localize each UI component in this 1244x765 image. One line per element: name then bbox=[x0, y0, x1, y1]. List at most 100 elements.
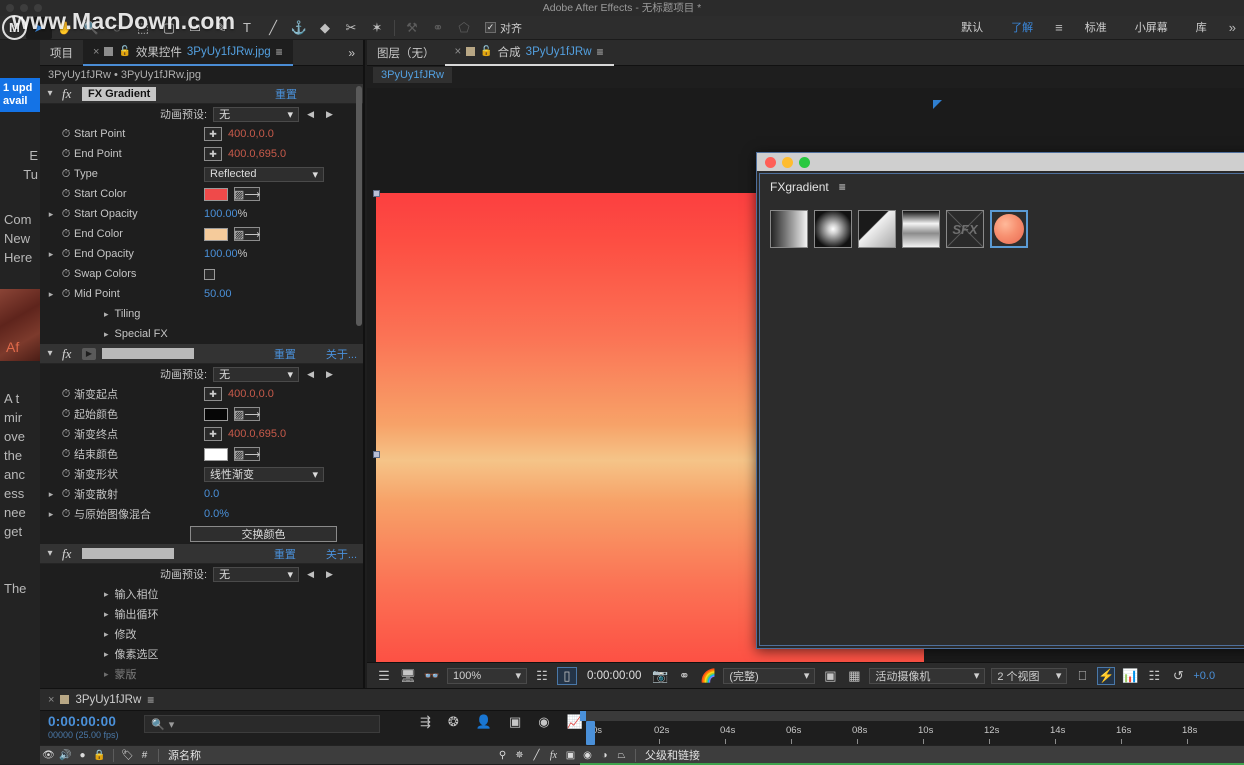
zoom-tool[interactable]: 🔍 bbox=[78, 17, 104, 39]
close-icon[interactable] bbox=[765, 156, 776, 168]
param-group-masking[interactable]: ▸ 蒙版 bbox=[40, 664, 363, 684]
puppet-pin-tool[interactable]: ✶ bbox=[364, 17, 390, 39]
fxgradient-titlebar[interactable] bbox=[757, 153, 1244, 171]
region-of-interest-toggle-icon[interactable]: ▣ bbox=[821, 668, 839, 684]
maximize-icon[interactable] bbox=[799, 156, 810, 168]
animation-preset-select[interactable]: 无 ▾ bbox=[213, 566, 300, 582]
param-row-end-opacity[interactable]: ▸ ⏱ End Opacity 100.00% bbox=[40, 244, 363, 264]
timeline-current-time[interactable]: 0:00:00:00 bbox=[48, 714, 150, 729]
stopwatch-icon[interactable]: ⏱ bbox=[58, 128, 74, 141]
position-picker-icon[interactable]: ✚ bbox=[204, 147, 222, 161]
lock-icon[interactable]: 🔓 bbox=[118, 46, 130, 57]
close-icon[interactable]: × bbox=[93, 46, 99, 58]
position-picker-icon[interactable]: ✚ bbox=[204, 427, 222, 441]
chevron-right-icon[interactable]: ▸ bbox=[104, 669, 109, 680]
param-row-start-color[interactable]: ⏱ Start Color ▨⟶ bbox=[40, 184, 363, 204]
background-window[interactable]: 1 upd avail E Tu Com New Here Af A t mir … bbox=[0, 30, 40, 764]
layer-number-header[interactable]: # bbox=[136, 750, 153, 761]
selection-handle[interactable] bbox=[373, 190, 380, 197]
region-of-interest-icon[interactable]: ▯ bbox=[557, 666, 577, 685]
timeline-time-display[interactable]: 0:00:00:00 00000 (25.00 fps) bbox=[40, 711, 150, 740]
resolution-select[interactable]: (完整) ▾ bbox=[723, 667, 816, 684]
param-row-start-opacity[interactable]: ▸ ⏱ Start Opacity 100.00% bbox=[40, 204, 363, 224]
workspace-library[interactable]: 库 bbox=[1182, 16, 1221, 40]
fxgradient-window[interactable]: FXgradient ≡ SFX bbox=[756, 152, 1244, 649]
work-area-start-handle[interactable] bbox=[580, 711, 586, 721]
chevron-right-icon[interactable]: ▸ bbox=[104, 329, 109, 340]
stopwatch-icon[interactable]: ⏱ bbox=[58, 208, 74, 221]
stopwatch-icon[interactable]: ⏱ bbox=[58, 468, 74, 481]
stopwatch-icon[interactable]: ⏱ bbox=[58, 508, 74, 521]
param-select-gradient-shape[interactable]: 线性渐变 ▾ bbox=[204, 466, 324, 482]
param-value[interactable]: 100.00% bbox=[204, 208, 247, 220]
workspace-default[interactable]: 默认 bbox=[947, 16, 997, 40]
stopwatch-icon[interactable]: ⏱ bbox=[58, 148, 74, 161]
chevron-right-icon[interactable]: ▸ bbox=[104, 629, 109, 640]
swap-colors-button[interactable]: 交换颜色 bbox=[190, 526, 337, 542]
timeline-tab-label[interactable]: 3PyUy1fJRw bbox=[75, 694, 141, 706]
views-select[interactable]: 2 个视图 ▾ bbox=[991, 667, 1068, 684]
shape-tool[interactable]: ▭ bbox=[182, 17, 208, 39]
update-badge[interactable]: 1 upd avail bbox=[0, 78, 40, 112]
pan-behind-tool[interactable]: ⬚ bbox=[130, 17, 156, 39]
workspace-standard[interactable]: 标准 bbox=[1071, 16, 1121, 40]
source-name-header[interactable]: 源名称 bbox=[164, 747, 494, 763]
selection-tool[interactable]: ➤ bbox=[26, 16, 52, 39]
chevron-right-icon[interactable]: ▸ bbox=[104, 589, 109, 600]
reset-exposure-icon[interactable]: ↺ bbox=[1169, 668, 1187, 684]
collapse-transformations-icon[interactable]: ✵ bbox=[511, 750, 528, 761]
stopwatch-icon[interactable]: ⏱ bbox=[58, 428, 74, 441]
frame-blend-switch-icon[interactable]: ▣ bbox=[562, 750, 579, 761]
preset-reflected[interactable] bbox=[902, 210, 940, 248]
position-picker-icon[interactable]: ✚ bbox=[204, 127, 222, 141]
param-row-start-color-cn[interactable]: ⏱ 起始颜色 ▨⟶ bbox=[40, 404, 363, 424]
tab-layer[interactable]: 图层（无） bbox=[367, 40, 445, 66]
param-row-blend-with-original[interactable]: ▸ ⏱ 与原始图像混合 0.0% bbox=[40, 504, 363, 524]
grid-guides-icon[interactable]: ☷ bbox=[533, 668, 551, 684]
param-group-output-cycle[interactable]: ▸ 输出循环 bbox=[40, 604, 363, 624]
position-picker-icon[interactable]: ✚ bbox=[204, 387, 222, 401]
chevron-right-icon[interactable]: ▸ bbox=[44, 249, 58, 260]
preset-radial[interactable] bbox=[814, 210, 852, 248]
param-value[interactable]: 100.00% bbox=[204, 248, 247, 260]
color-swatch[interactable] bbox=[204, 227, 228, 241]
pen-tool[interactable]: ✎ bbox=[208, 17, 234, 39]
label-color-icon[interactable]: 🏷 bbox=[119, 750, 136, 761]
close-icon[interactable]: × bbox=[455, 46, 462, 58]
stopwatch-icon[interactable]: ⏱ bbox=[58, 408, 74, 421]
effect-header-gradient-ramp[interactable]: ▾ fx ▶ 重置 关于... bbox=[40, 344, 363, 364]
composition-mini-flowchart-icon[interactable]: ⇶ bbox=[420, 714, 431, 730]
tab-composition[interactable]: × 🔓 合成 3PyUy1fJRw ≡ bbox=[444, 40, 614, 66]
stopwatch-icon[interactable]: ⏱ bbox=[58, 488, 74, 501]
preset-next-button[interactable]: ▶ bbox=[326, 369, 333, 380]
eyedropper-icon[interactable]: ▨⟶ bbox=[234, 187, 260, 201]
brush-tool[interactable]: ╱ bbox=[260, 17, 286, 39]
param-group-modify[interactable]: ▸ 修改 bbox=[40, 624, 363, 644]
text-tool[interactable]: T bbox=[234, 17, 260, 39]
param-row-swap-colors[interactable]: ⏱ Swap Colors bbox=[40, 264, 363, 284]
puppet-advanced-tool[interactable]: ⬠ bbox=[451, 17, 477, 39]
timeline-icon[interactable]: 📊 bbox=[1121, 668, 1139, 684]
param-value[interactable]: 0.0% bbox=[204, 508, 229, 520]
selection-handle[interactable] bbox=[373, 451, 380, 458]
stopwatch-icon[interactable]: ⏱ bbox=[58, 448, 74, 461]
animation-preset-select[interactable]: 无 ▾ bbox=[213, 366, 300, 382]
param-value[interactable]: 400.0,695.0 bbox=[228, 428, 286, 440]
effect-reset-button[interactable]: 重置 bbox=[275, 86, 297, 102]
puppet-overlap-tool[interactable]: ⚒ bbox=[399, 17, 425, 39]
eyedropper-icon[interactable]: ▨⟶ bbox=[234, 407, 260, 421]
preset-prev-button[interactable]: ◀ bbox=[307, 369, 314, 380]
motion-blur-icon[interactable]: ◉ bbox=[538, 714, 549, 730]
zoom-select[interactable]: 100% ▾ bbox=[447, 667, 527, 684]
current-time-display[interactable]: 0:00:00:00 bbox=[583, 669, 646, 682]
preset-prev-button[interactable]: ◀ bbox=[307, 109, 314, 120]
animation-preset-select[interactable]: 无 ▾ bbox=[213, 106, 300, 122]
preset-prev-button[interactable]: ◀ bbox=[307, 569, 314, 580]
3d-glasses-icon[interactable]: 👓 bbox=[423, 668, 441, 684]
align-toggle[interactable]: ✓ 对齐 bbox=[485, 20, 522, 36]
stopwatch-icon[interactable]: ⏱ bbox=[58, 188, 74, 201]
eyedropper-icon[interactable]: ▨⟶ bbox=[234, 447, 260, 461]
param-group-special-fx[interactable]: ▸ Special FX bbox=[40, 324, 363, 344]
workspace-menu-icon[interactable]: ≡ bbox=[1047, 20, 1071, 35]
color-swatch[interactable] bbox=[204, 187, 228, 201]
